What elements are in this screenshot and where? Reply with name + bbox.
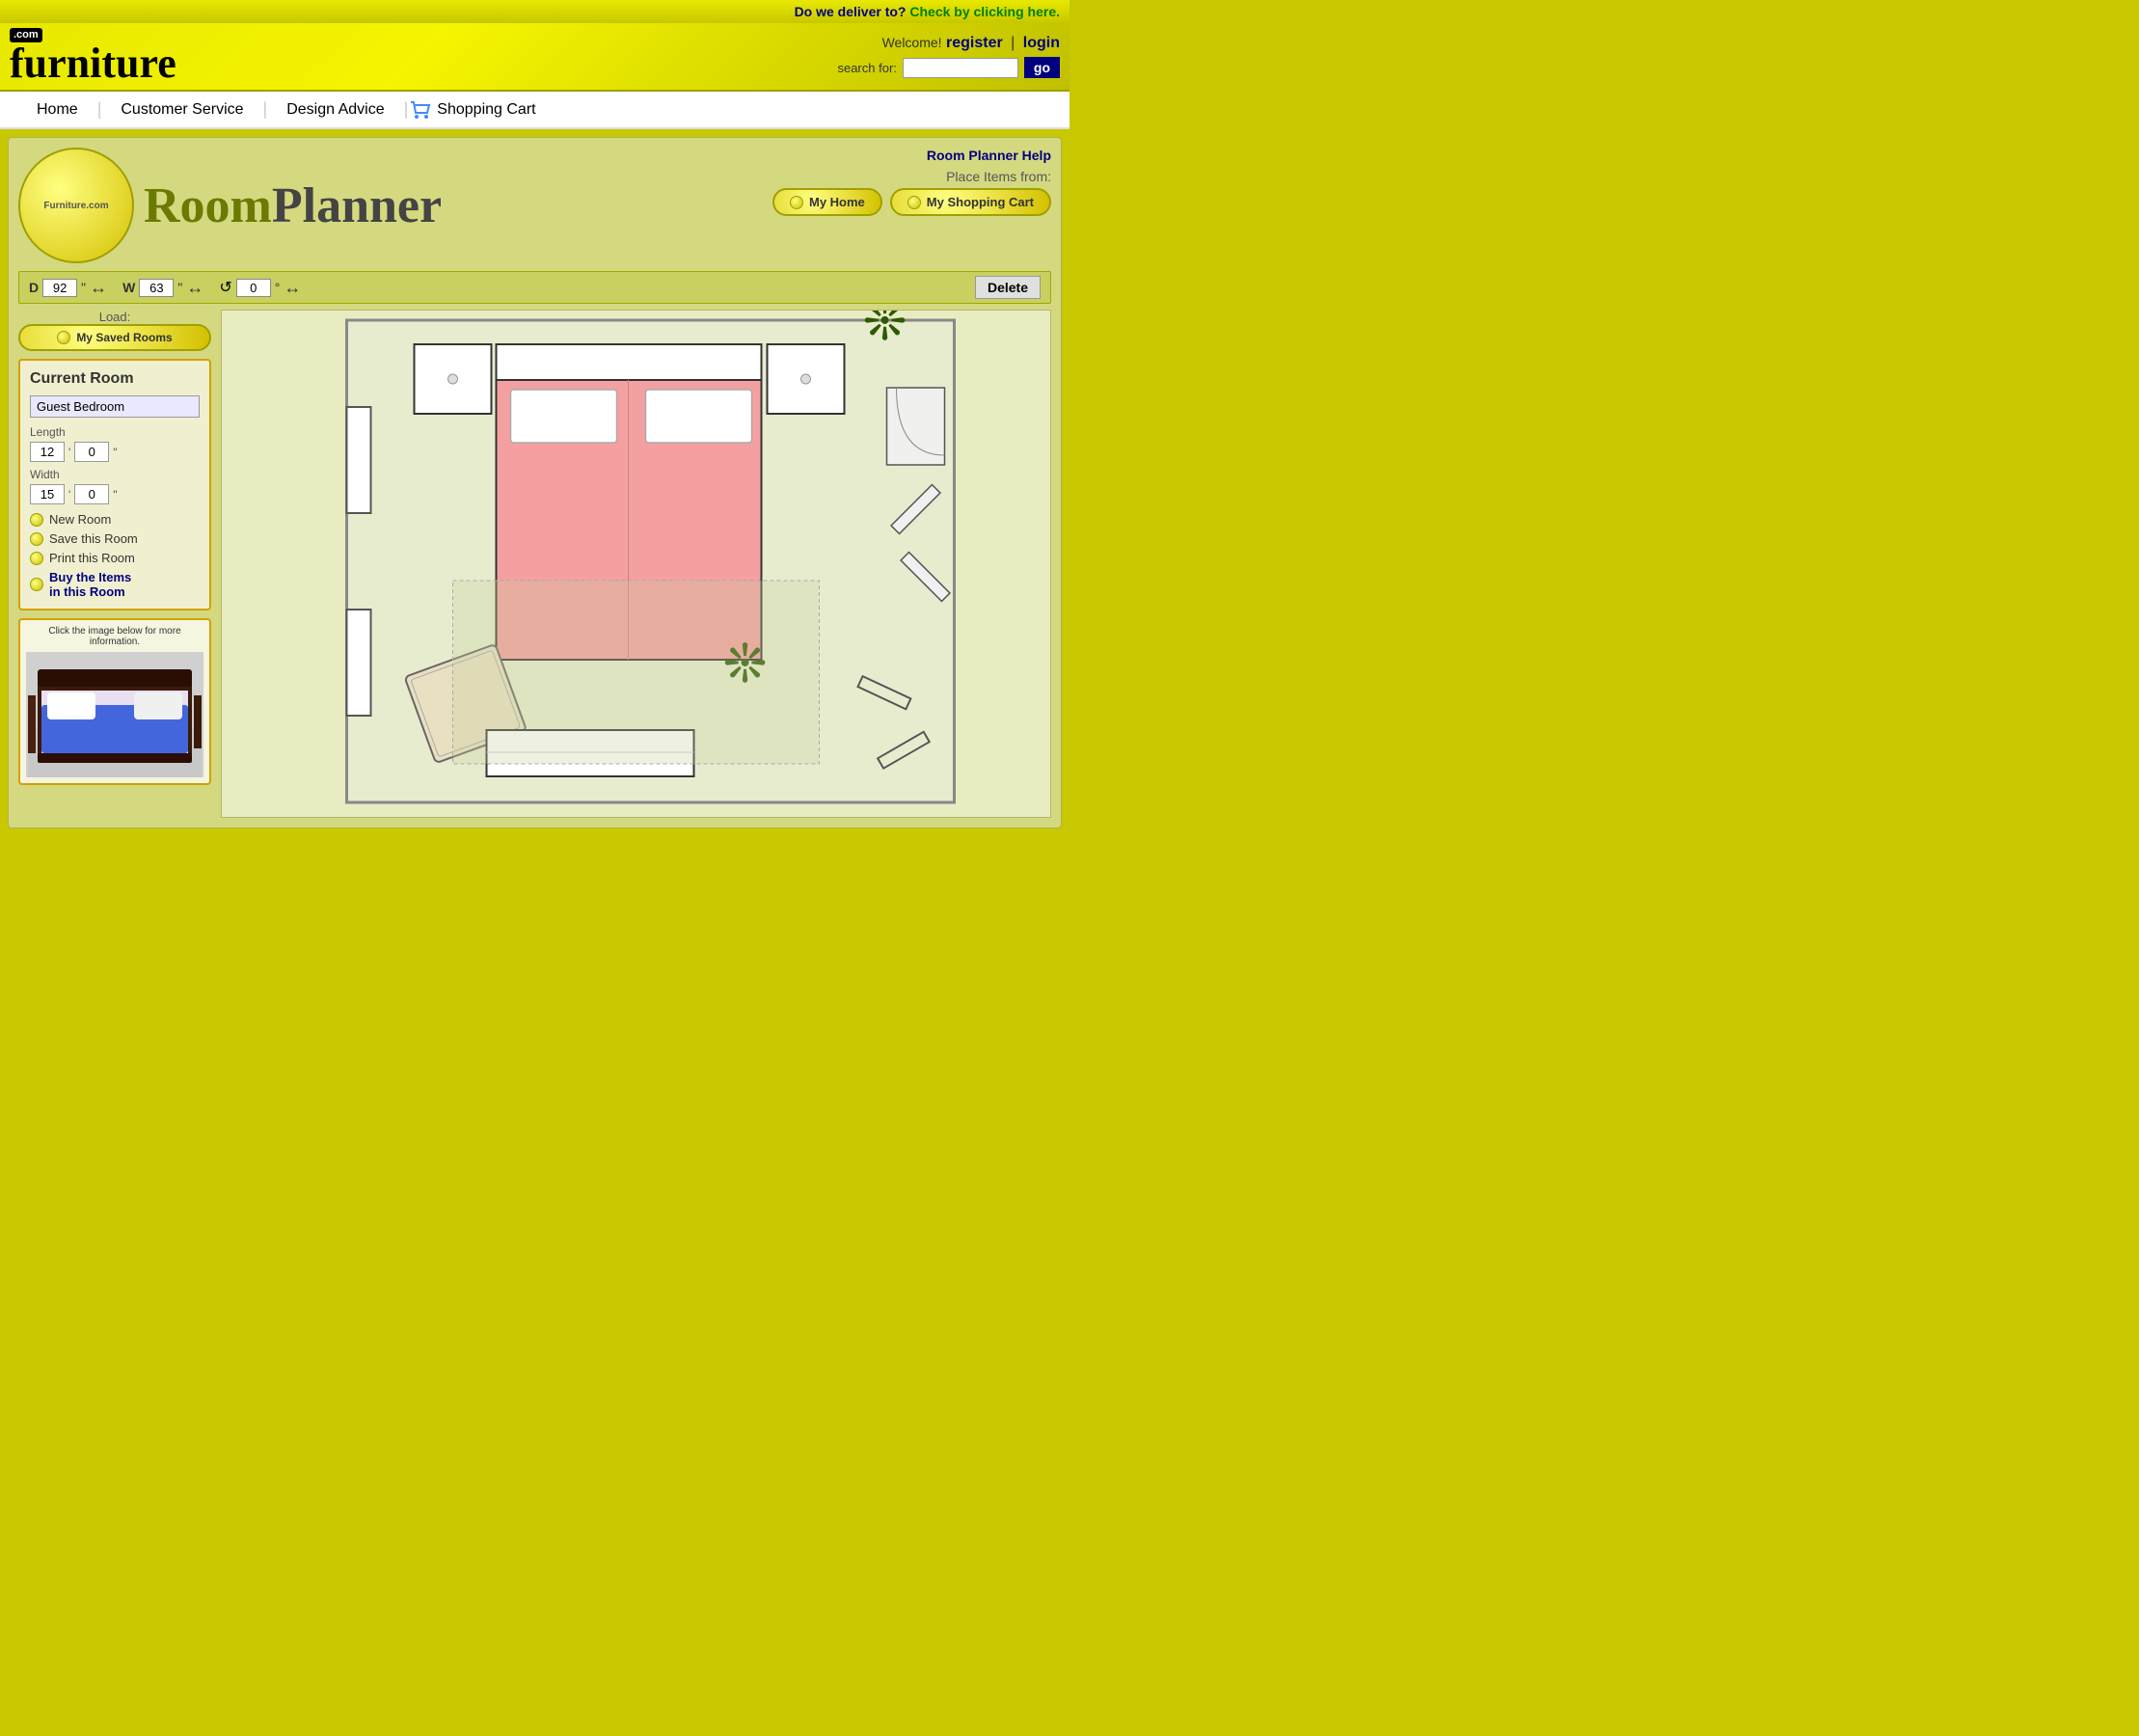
length-in-input[interactable] <box>74 442 109 462</box>
rp-title: RoomPlanner <box>144 177 442 234</box>
nav-customer-service[interactable]: Customer Service <box>103 101 260 119</box>
place-items-label: Place Items from: <box>772 169 1051 184</box>
rp-body: Load: My Saved Rooms Current Room Length… <box>18 310 1051 818</box>
header-right: Welcome! register | login search for: go <box>837 35 1060 78</box>
delivery-link[interactable]: Check by clicking here. <box>909 4 1060 19</box>
room-actions: New Room Save this Room Print this Room … <box>30 512 200 599</box>
search-row: search for: go <box>837 57 1060 78</box>
width-in-input[interactable] <box>74 484 109 504</box>
welcome-text: Welcome! <box>882 35 942 50</box>
depth-control: D " ↔ <box>29 278 107 298</box>
search-input[interactable] <box>903 58 1018 78</box>
my-cart-dot <box>907 196 921 209</box>
depth-unit: " <box>81 280 86 295</box>
nav-design-advice[interactable]: Design Advice <box>269 101 401 119</box>
rotate-control: ↺ ° ↔ <box>219 278 301 298</box>
rp-right: Room Planner Help Place Items from: My H… <box>772 148 1051 216</box>
footer-bar <box>0 836 1070 855</box>
rp-title-planner: Planner <box>272 178 442 233</box>
width-ft-input[interactable] <box>30 484 65 504</box>
info-box-image[interactable] <box>26 652 203 777</box>
new-room-dot <box>30 513 43 527</box>
bed-product-image <box>28 652 202 777</box>
welcome-row: Welcome! register | login <box>837 35 1060 52</box>
new-room-btn[interactable]: New Room <box>30 512 200 527</box>
login-link[interactable]: login <box>1023 35 1060 51</box>
main-content: Furniture.com RoomPlanner Room Planner H… <box>8 137 1062 828</box>
rp-site-name: Furniture.com <box>43 201 108 211</box>
nav-home[interactable]: Home <box>19 101 95 119</box>
place-btns: My Home My Shopping Cart <box>772 188 1051 216</box>
logo-furniture[interactable]: furniture <box>10 42 176 85</box>
rp-help-link[interactable]: Room Planner Help <box>927 148 1051 163</box>
sidebar: Load: My Saved Rooms Current Room Length… <box>18 310 211 818</box>
room-canvas[interactable]: ❊ <box>221 310 1051 818</box>
delete-button[interactable]: Delete <box>975 276 1041 299</box>
info-box-title: Click the image below for more informati… <box>26 626 203 647</box>
svg-text:❊: ❊ <box>863 311 907 351</box>
save-room-btn[interactable]: Save this Room <box>30 531 200 546</box>
length-label: Length <box>30 425 200 439</box>
width-label: W <box>122 280 135 295</box>
delivery-question: Do we deliver to? <box>795 4 907 19</box>
rotate-arrows: ↔ <box>284 278 301 298</box>
width-unit: " <box>177 280 182 295</box>
rp-header: Furniture.com RoomPlanner Room Planner H… <box>18 148 1051 263</box>
room-name-input[interactable] <box>30 395 200 418</box>
search-label: search for: <box>837 61 896 75</box>
length-row: ' " <box>30 442 200 462</box>
rp-title-room: Room <box>144 178 272 233</box>
save-room-dot <box>30 532 43 546</box>
print-room-btn[interactable]: Print this Room <box>30 551 200 565</box>
length-ft-input[interactable] <box>30 442 65 462</box>
width-row: ' " <box>30 484 200 504</box>
info-box[interactable]: Click the image below for more informati… <box>18 618 211 785</box>
my-cart-btn[interactable]: My Shopping Cart <box>890 188 1051 216</box>
separator: | <box>1011 35 1015 51</box>
buy-items-btn[interactable]: Buy the Items in this Room <box>30 570 200 599</box>
width-control: W " ↔ <box>122 278 203 298</box>
saved-rooms-dot <box>57 331 70 344</box>
nav-cart-label[interactable]: Shopping Cart <box>437 101 535 119</box>
print-room-dot <box>30 552 43 565</box>
my-home-dot <box>790 196 803 209</box>
width-arrows: ↔ <box>186 278 203 298</box>
rotate-unit: ° <box>275 280 281 295</box>
rp-logo-circle: Furniture.com <box>18 148 134 263</box>
nav-bar: Home | Customer Service | Design Advice … <box>0 92 1070 129</box>
rotate-icon: ↺ <box>219 278 231 297</box>
depth-input[interactable] <box>42 279 77 297</box>
width-label-2: Width <box>30 468 200 481</box>
nav-shopping-cart[interactable]: Shopping Cart <box>410 101 535 119</box>
current-room-box: Current Room Length ' " Width ' " <box>18 359 211 610</box>
current-room-title: Current Room <box>30 370 200 388</box>
go-button[interactable]: go <box>1024 57 1060 78</box>
buy-items-dot <box>30 578 43 591</box>
my-home-btn[interactable]: My Home <box>772 188 882 216</box>
header: .com furniture Welcome! register | login… <box>0 23 1070 92</box>
width-input[interactable] <box>139 279 174 297</box>
logo-area: .com furniture <box>10 28 176 85</box>
delivery-bar: Do we deliver to? Check by clicking here… <box>0 0 1070 23</box>
load-section: Load: My Saved Rooms <box>18 310 211 351</box>
shopping-cart-icon <box>410 101 431 119</box>
rp-logo: Furniture.com RoomPlanner <box>18 148 442 263</box>
depth-arrows: ↔ <box>90 278 107 298</box>
room-floorplan[interactable]: ❊ <box>222 311 1050 812</box>
rotate-input[interactable] <box>236 279 271 297</box>
load-label: Load: <box>18 310 211 324</box>
controls-bar: D " ↔ W " ↔ ↺ ° ↔ Delete <box>18 271 1051 304</box>
depth-label: D <box>29 280 39 295</box>
register-link[interactable]: register <box>946 35 1003 51</box>
my-saved-rooms-btn[interactable]: My Saved Rooms <box>18 324 211 351</box>
